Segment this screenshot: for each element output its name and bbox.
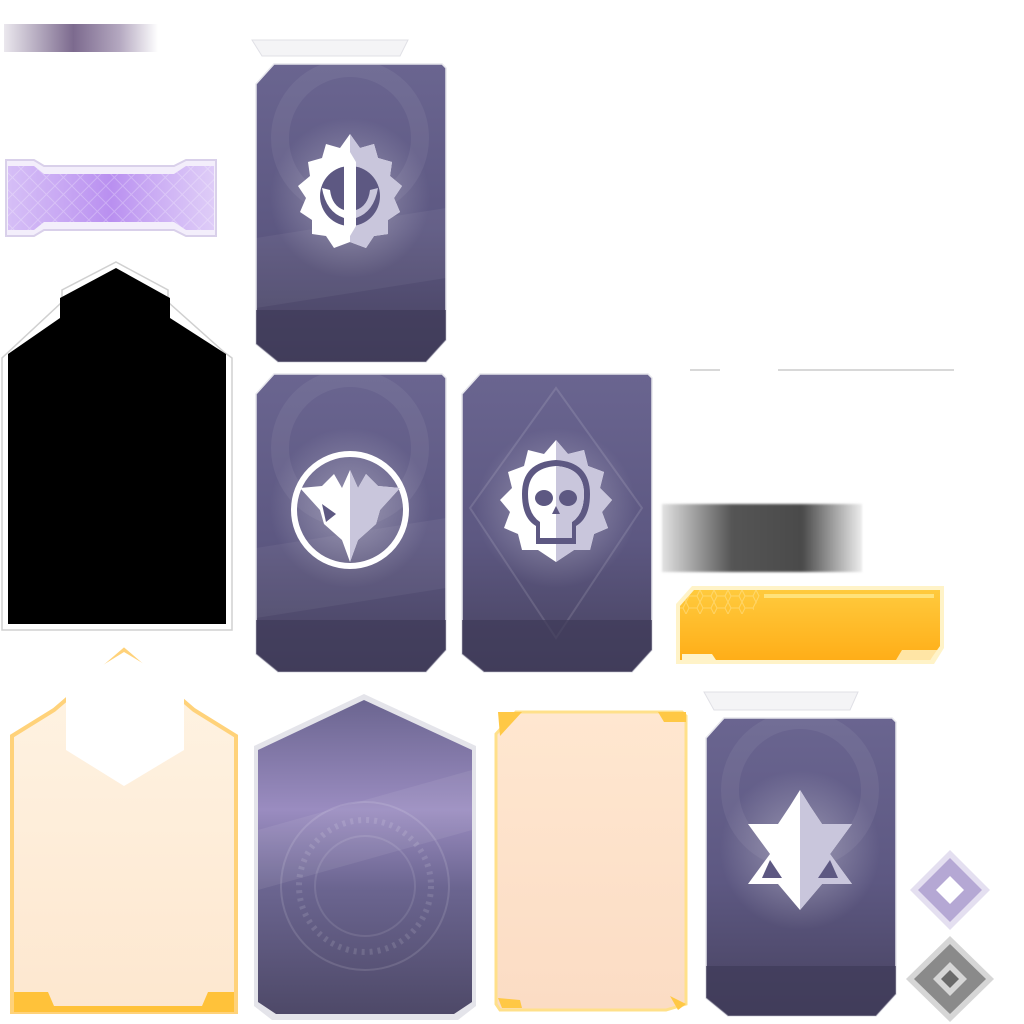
peach-card	[494, 710, 688, 1012]
hex-pattern-icon	[680, 590, 762, 614]
gold-banner-bar	[676, 586, 944, 664]
empty-card-purple	[254, 694, 476, 1020]
gray-fade-bar	[662, 504, 862, 572]
faction-card-star-emblem	[700, 690, 900, 1020]
black-silhouette-frame	[1, 261, 233, 631]
faction-card-chevron-circle	[250, 348, 450, 674]
lavender-ribbon-bar	[5, 159, 217, 237]
purple-fade-strip	[4, 24, 158, 52]
divider-line	[690, 369, 720, 371]
gold-glow-card	[10, 647, 238, 1014]
faction-card-gear-blade	[250, 38, 450, 364]
diamond-gem-purple	[910, 850, 990, 930]
faction-card-skull-gear	[456, 348, 656, 674]
diamond-gem-gray	[906, 936, 994, 1022]
divider-line	[778, 369, 954, 371]
